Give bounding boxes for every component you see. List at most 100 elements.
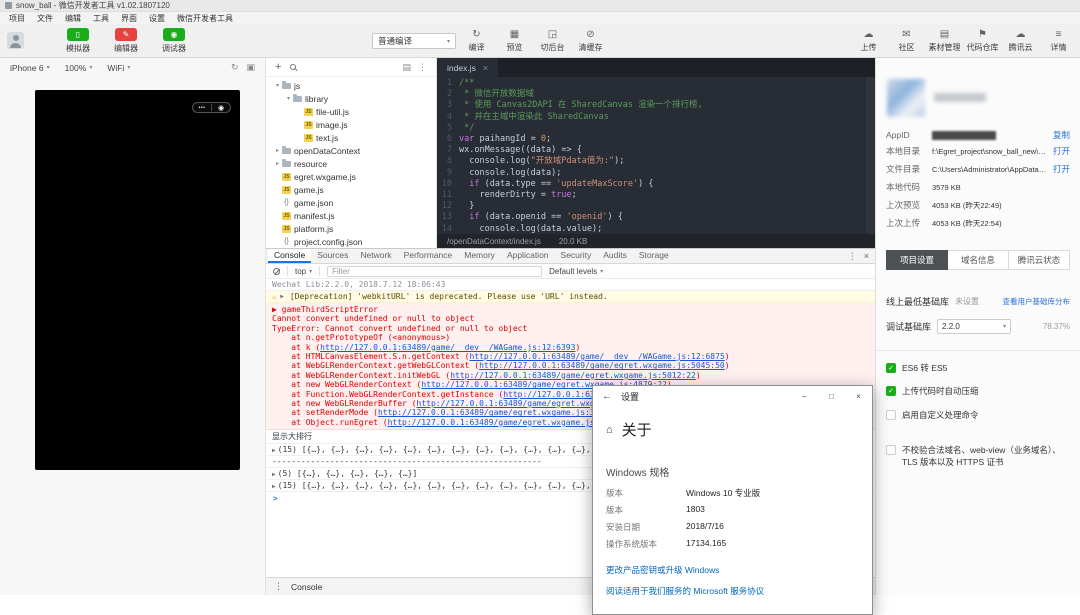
close-button[interactable]: × xyxy=(845,386,872,407)
tree-file[interactable]: JS image.js xyxy=(266,118,436,131)
chevron-icon[interactable]: ▸ xyxy=(273,147,282,154)
settings-link[interactable]: 更改产品密钥或升级 Windows xyxy=(606,564,872,576)
more-icon[interactable]: ⋮ xyxy=(274,581,283,592)
checkbox[interactable]: ✓ xyxy=(886,363,896,373)
stack-trace-link[interactable]: http://127.0.0.1:63489/game/__dev__/WAGa… xyxy=(320,343,575,352)
compile-mode-select[interactable]: 普通编译 ▾ xyxy=(372,33,456,49)
tree-folder[interactable]: ▸ openDataContext xyxy=(266,144,436,157)
tree-file[interactable]: JS egret.wxgame.js xyxy=(266,170,436,183)
menubar-item[interactable]: 微信开发者工具 xyxy=(171,13,239,24)
code-area[interactable]: 1/** 2 * 微信开放数据域 3 * 使用 Canvas2DAPI 在 Shar… xyxy=(437,77,875,234)
drawer-tab-console[interactable]: Console xyxy=(291,582,322,592)
open-directory-link[interactable]: 打开 xyxy=(1048,145,1070,157)
tree-file[interactable]: JS game.js xyxy=(266,183,436,196)
expand-icon[interactable]: ▶ xyxy=(272,483,276,490)
more-icon[interactable]: ••• xyxy=(193,105,211,111)
preview-button[interactable]: ▦ 预览 xyxy=(498,28,531,53)
tencent-cloud-button[interactable]: ☁ 腾讯云 xyxy=(1004,28,1037,53)
debug-lib-select[interactable]: 2.2.0 ▾ xyxy=(937,318,1012,334)
collapse-all-icon[interactable]: ▤ xyxy=(402,62,411,73)
menubar-item[interactable]: 界面 xyxy=(115,13,143,24)
panel-tab[interactable]: 项目设置 xyxy=(886,250,948,270)
stack-trace-link[interactable]: http://127.0.0.1:63489/game/egret.wxgame… xyxy=(479,361,725,370)
back-icon[interactable]: ← xyxy=(593,391,621,402)
expand-icon[interactable]: ▶ xyxy=(272,447,276,454)
devtools-tab-sources[interactable]: Sources xyxy=(311,249,354,263)
devtools-tab-audits[interactable]: Audits xyxy=(597,249,633,263)
toggle-simulator[interactable]: ▯ 模拟器 xyxy=(60,28,96,54)
search-icon[interactable] xyxy=(290,64,297,70)
devtools-tab-security[interactable]: Security xyxy=(555,249,598,263)
device-select[interactable]: iPhone 6 ▾ xyxy=(10,63,50,73)
panel-tab[interactable]: 域名信息 xyxy=(948,250,1009,270)
devtools-tab-application[interactable]: Application xyxy=(501,249,555,263)
settings-link[interactable]: 阅读适用于我们服务的 Microsoft 服务协议 xyxy=(606,585,872,597)
checkbox[interactable]: ✓ xyxy=(886,386,896,397)
minimize-button[interactable]: – xyxy=(791,386,818,407)
checkbox[interactable] xyxy=(886,445,896,456)
exit-icon[interactable]: ◉ xyxy=(212,104,230,112)
stack-trace-link[interactable]: http://127.0.0.1:63489/game/egret.wxgame… xyxy=(450,371,696,380)
tree-file[interactable]: JS text.js xyxy=(266,131,436,144)
tree-folder[interactable]: ▾ library xyxy=(266,92,436,105)
tree-file[interactable]: {} project.config.json xyxy=(266,235,436,248)
background-button[interactable]: ◲ 切后台 xyxy=(536,28,569,53)
compile-button[interactable]: ↻ 编译 xyxy=(460,28,493,53)
miniprogram-menu-capsule[interactable]: ••• ◉ xyxy=(192,102,231,113)
menubar-item[interactable]: 工具 xyxy=(87,13,115,24)
close-icon[interactable]: × xyxy=(864,251,869,261)
upload-button[interactable]: ☁ 上传 xyxy=(852,28,885,53)
tree-folder[interactable]: ▾ js xyxy=(266,79,436,92)
more-icon[interactable]: ⋮ xyxy=(848,251,857,262)
checkbox[interactable] xyxy=(886,409,896,420)
open-directory-link[interactable]: 打开 xyxy=(1048,163,1070,175)
community-button[interactable]: ✉ 社区 xyxy=(890,28,923,53)
chevron-icon[interactable]: ▸ xyxy=(273,160,282,167)
menubar-item[interactable]: 项目 xyxy=(3,13,31,24)
menubar-item[interactable]: 编辑 xyxy=(59,13,87,24)
chevron-icon[interactable]: ▾ xyxy=(273,82,282,89)
devtools-tab-memory[interactable]: Memory xyxy=(458,249,501,263)
devtools-tab-performance[interactable]: Performance xyxy=(398,249,459,263)
expand-icon[interactable]: ▶ xyxy=(272,471,276,478)
chevron-icon[interactable]: ▾ xyxy=(284,95,293,102)
clear-cache-button[interactable]: ⊘ 清缓存 xyxy=(574,28,607,53)
maximize-button[interactable]: □ xyxy=(818,386,845,407)
toggle-debugger[interactable]: ◉ 调试器 xyxy=(156,28,192,54)
tree-file[interactable]: {} game.json xyxy=(266,196,436,209)
tree-file[interactable]: JS platform.js xyxy=(266,222,436,235)
lib-distribution-link[interactable]: 查看用户基础库分布 xyxy=(998,296,1071,307)
stack-trace-link[interactable]: http://127.0.0.1:63489/game/__dev__/WAGa… xyxy=(469,352,724,361)
assets-button[interactable]: ▤ 素材管理 xyxy=(928,28,961,53)
console-filter-input[interactable] xyxy=(327,265,543,277)
menubar-item[interactable]: 设置 xyxy=(143,13,171,24)
more-icon[interactable]: ⋮ xyxy=(418,62,427,73)
toggle-editor[interactable]: ✎ 编辑器 xyxy=(108,28,144,54)
phone-screen[interactable]: ••• ◉ xyxy=(35,90,240,470)
tree-file[interactable]: JS file-util.js xyxy=(266,105,436,118)
add-file-icon[interactable]: + xyxy=(275,61,281,73)
context-select[interactable]: top ▾ xyxy=(295,267,312,276)
zoom-select[interactable]: 100% ▾ xyxy=(65,63,93,73)
profile-avatar-button[interactable] xyxy=(7,32,24,49)
repo-button[interactable]: ⚑ 代码仓库 xyxy=(966,28,999,53)
devtools-tab-network[interactable]: Network xyxy=(354,249,397,263)
copy-appid-link[interactable]: 复制 xyxy=(1048,129,1070,141)
dock-icon[interactable]: ▣ xyxy=(246,62,255,73)
details-button[interactable]: ≡ 详情 xyxy=(1042,28,1075,53)
expand-icon[interactable]: ▶ xyxy=(280,293,284,300)
clear-console-icon[interactable] xyxy=(273,267,280,275)
menubar-item[interactable]: 文件 xyxy=(31,13,59,24)
network-select[interactable]: WiFi ▾ xyxy=(107,63,130,73)
tree-file[interactable]: JS manifest.js xyxy=(266,209,436,222)
devtools-tab-console[interactable]: Console xyxy=(268,249,312,263)
stack-trace-link[interactable]: http://127.0.0.1:63489/game/egret.wxgame… xyxy=(378,408,624,417)
close-icon[interactable]: × xyxy=(483,63,488,73)
panel-tab[interactable]: 腾讯云状态 xyxy=(1009,250,1070,270)
chevron-down-icon: ▾ xyxy=(600,268,604,275)
editor-tab-indexjs[interactable]: index.js × xyxy=(437,58,499,77)
log-levels-select[interactable]: Default levels ▾ xyxy=(549,267,603,276)
rotate-icon[interactable]: ↻ xyxy=(231,62,239,73)
devtools-tab-storage[interactable]: Storage xyxy=(633,249,675,263)
tree-folder[interactable]: ▸ resource xyxy=(266,157,436,170)
